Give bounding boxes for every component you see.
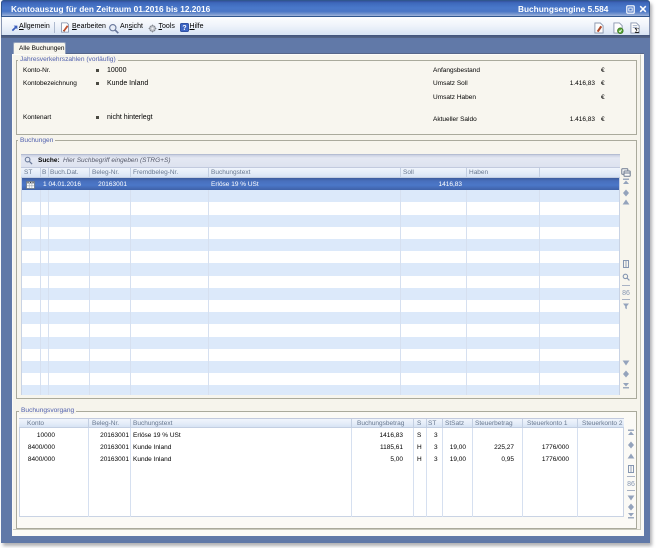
svg-text:?: ? xyxy=(182,25,186,32)
svg-text:86: 86 xyxy=(627,481,635,487)
svg-text:86: 86 xyxy=(622,290,630,296)
svg-text:Σ: Σ xyxy=(634,26,639,34)
